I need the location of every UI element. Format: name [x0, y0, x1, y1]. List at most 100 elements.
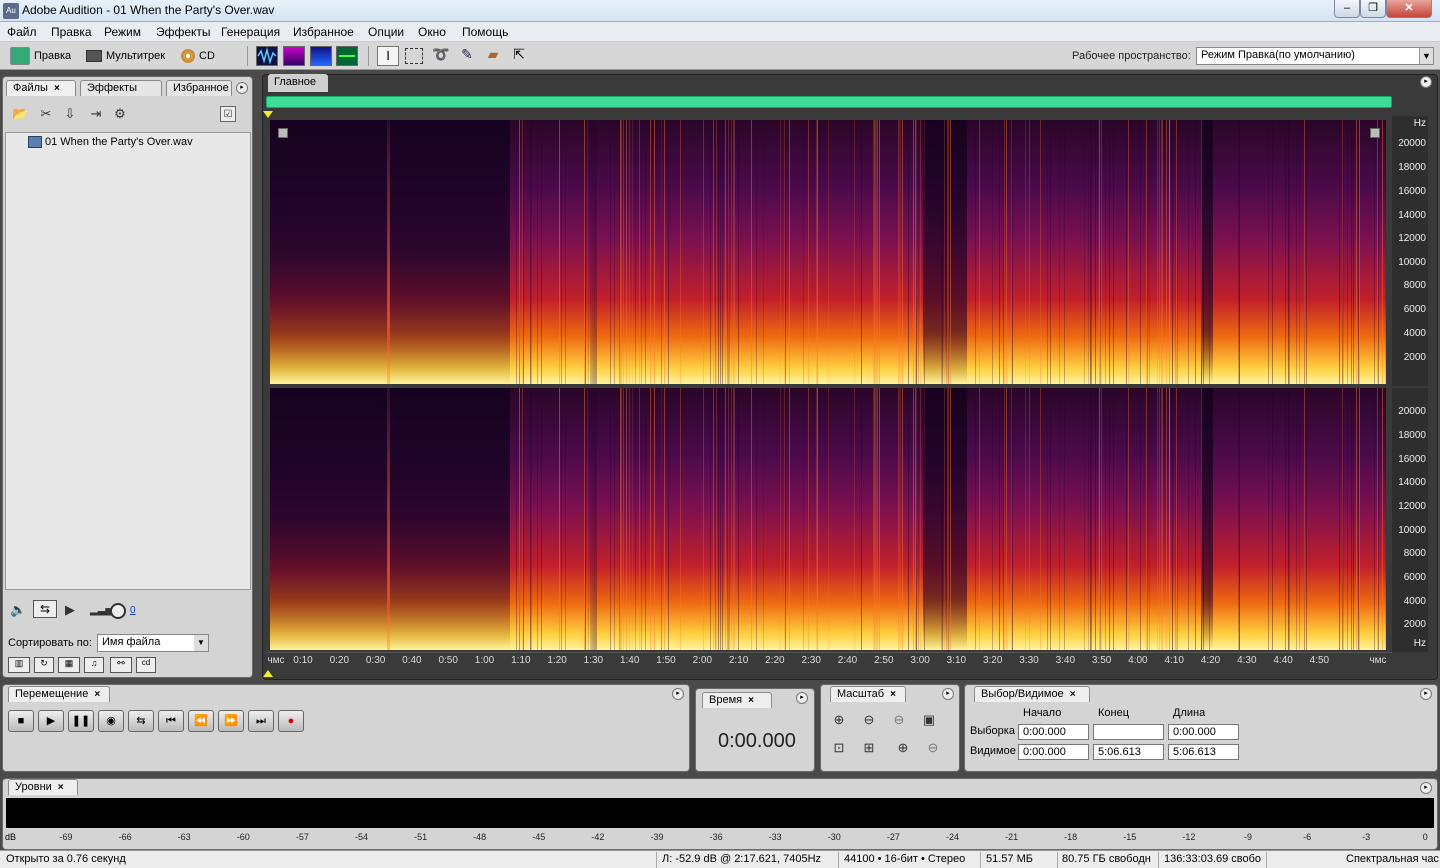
loop-play-button[interactable]: ⇆	[128, 710, 154, 732]
pause-button[interactable]: ❚❚	[68, 710, 94, 732]
loop-icon[interactable]: ⇆	[33, 600, 57, 618]
menu-favorites[interactable]: Избранное	[293, 25, 354, 39]
close-button[interactable]: ✕	[1386, 0, 1432, 18]
zoom-out-horizontal-icon[interactable]: ⊖	[861, 712, 877, 728]
selection-length-field[interactable]: 0:00.000	[1168, 724, 1239, 740]
playhead-marker[interactable]	[263, 111, 273, 118]
open-file-icon[interactable]: 📂	[12, 106, 28, 122]
list-item[interactable]: 01 When the Party's Over.wav	[28, 136, 193, 148]
zoom-out-full-icon[interactable]: ⊖	[891, 712, 907, 728]
close-icon[interactable]: ×	[58, 782, 64, 793]
import-icon[interactable]: ⇩	[62, 106, 78, 122]
selection-end-field[interactable]	[1093, 724, 1164, 740]
playhead-marker[interactable]	[263, 670, 273, 677]
chevron-down-icon[interactable]: ▼	[1419, 48, 1433, 64]
fast-forward-button[interactable]: ⏩	[218, 710, 244, 732]
zoom-full-icon[interactable]: ▣	[921, 712, 937, 728]
filter-loop-icon[interactable]: ↻	[34, 657, 54, 673]
view-start-field[interactable]: 0:00.000	[1018, 744, 1089, 760]
menu-help[interactable]: Помощь	[462, 25, 508, 39]
time-selection-tool-icon[interactable]: I	[377, 46, 399, 66]
spectral-view-icon[interactable]	[283, 46, 305, 66]
close-icon[interactable]: ×	[94, 689, 100, 700]
panel-menu-icon[interactable]: ▸	[672, 688, 684, 700]
waveform-view-icon[interactable]	[256, 46, 278, 66]
stop-button[interactable]: ■	[8, 710, 34, 732]
options-icon[interactable]: ☑	[220, 106, 236, 122]
menu-window[interactable]: Окно	[418, 25, 446, 39]
tab-effects[interactable]: Эффекты	[80, 80, 162, 96]
channel-toggle-icon[interactable]	[1370, 128, 1380, 138]
close-icon[interactable]: ×	[54, 83, 60, 94]
tab-files[interactable]: Файлы ×	[6, 80, 76, 96]
selection-start-field[interactable]: 0:00.000	[1018, 724, 1089, 740]
insert-icon[interactable]: ⇥	[88, 106, 104, 122]
play-preview-icon[interactable]: ▶	[62, 602, 78, 618]
zoom-in-horizontal-icon[interactable]: ⊕	[831, 712, 847, 728]
filter-all-icon[interactable]: ▥	[8, 657, 30, 673]
view-end-field[interactable]: 5:06.613	[1093, 744, 1164, 760]
menu-view[interactable]: Режим	[104, 25, 141, 39]
close-file-icon[interactable]: ✂	[38, 106, 54, 122]
record-button[interactable]: ●	[278, 710, 304, 732]
workspace-select[interactable]: Режим Правка(по умолчанию)	[1196, 47, 1434, 65]
spot-healing-tool-icon[interactable]: ▰	[483, 46, 503, 66]
panel-menu-icon[interactable]: ▸	[1420, 688, 1432, 700]
filter-video-icon[interactable]: ▦	[58, 657, 80, 673]
volume-knob[interactable]	[110, 603, 126, 619]
menu-file[interactable]: Файл	[7, 25, 37, 39]
channel-toggle-icon[interactable]	[278, 128, 288, 138]
close-icon[interactable]: ×	[1070, 689, 1076, 700]
marquee-tool-icon[interactable]	[405, 48, 423, 64]
cd-button[interactable]: CD	[181, 46, 215, 66]
filter-fx-icon[interactable]: ⚯	[110, 657, 132, 673]
scrub-tool-icon[interactable]: ⇱	[509, 46, 529, 66]
menu-effects[interactable]: Эффекты	[156, 25, 211, 39]
lasso-tool-icon[interactable]: ➰	[431, 46, 451, 66]
phase-view-icon[interactable]	[336, 46, 358, 66]
panel-menu-icon[interactable]: ▸	[1420, 76, 1432, 88]
menu-edit[interactable]: Правка	[51, 25, 92, 39]
edit-file-icon[interactable]: ⚙	[112, 106, 128, 122]
edit-mode-button[interactable]: Правка	[10, 46, 71, 66]
close-icon[interactable]: ×	[748, 695, 754, 706]
spectrogram-right-channel[interactable]	[270, 388, 1386, 650]
pan-view-icon[interactable]	[310, 46, 332, 66]
zoom-left-icon[interactable]: ⊡	[831, 740, 847, 756]
brush-tool-icon[interactable]: ✎	[457, 46, 477, 66]
menu-generate[interactable]: Генерация	[221, 25, 280, 39]
spectrogram-left-channel[interactable]	[270, 120, 1386, 384]
tab-selection-view[interactable]: Выбор/Видимое ×	[974, 686, 1090, 702]
menu-options[interactable]: Опции	[368, 25, 404, 39]
overview-bar[interactable]	[266, 96, 1392, 108]
filter-cd-icon[interactable]: cd	[136, 657, 156, 673]
file-list[interactable]: 01 When the Party's Over.wav	[5, 132, 251, 590]
volume-value[interactable]: 0	[130, 605, 136, 616]
zoom-out-vertical-icon[interactable]: ⊖	[925, 740, 941, 756]
zoom-in-vertical-icon[interactable]: ⊕	[895, 740, 911, 756]
volume-icon[interactable]: 🔈	[10, 602, 26, 618]
close-icon[interactable]: ×	[890, 689, 896, 700]
maximize-button[interactable]: ❐	[1360, 0, 1386, 18]
multitrack-button[interactable]: Мультитрек	[86, 46, 165, 66]
time-ruler[interactable]: чмс чмс 0:10 0:20 0:30 0:40 0:50 1:00 1:10 1:20…	[266, 652, 1392, 668]
zoom-selection-icon[interactable]: ⊞	[861, 740, 877, 756]
go-to-end-button[interactable]: ⏭	[248, 710, 274, 732]
panel-menu-icon[interactable]: ▸	[1420, 782, 1432, 794]
tab-main[interactable]: Главное	[268, 74, 328, 92]
play-button[interactable]: ▶	[38, 710, 64, 732]
go-to-start-button[interactable]: ⏮	[158, 710, 184, 732]
tab-levels[interactable]: Уровни ×	[8, 779, 78, 795]
panel-menu-icon[interactable]: ▸	[236, 82, 248, 94]
panel-menu-icon[interactable]: ▸	[942, 688, 954, 700]
tab-zoom[interactable]: Масштаб ×	[830, 686, 906, 702]
minimize-button[interactable]: ‒	[1334, 0, 1360, 18]
chevron-down-icon[interactable]: ▼	[194, 635, 208, 651]
panel-menu-icon[interactable]: ▸	[796, 692, 808, 704]
tab-time[interactable]: Время ×	[702, 692, 772, 708]
tab-favorites[interactable]: Избранное	[166, 80, 232, 96]
sort-select[interactable]: Имя файла	[97, 634, 209, 652]
view-length-field[interactable]: 5:06.613	[1168, 744, 1239, 760]
rewind-button[interactable]: ⏪	[188, 710, 214, 732]
filter-midi-icon[interactable]: ♫	[84, 657, 104, 673]
